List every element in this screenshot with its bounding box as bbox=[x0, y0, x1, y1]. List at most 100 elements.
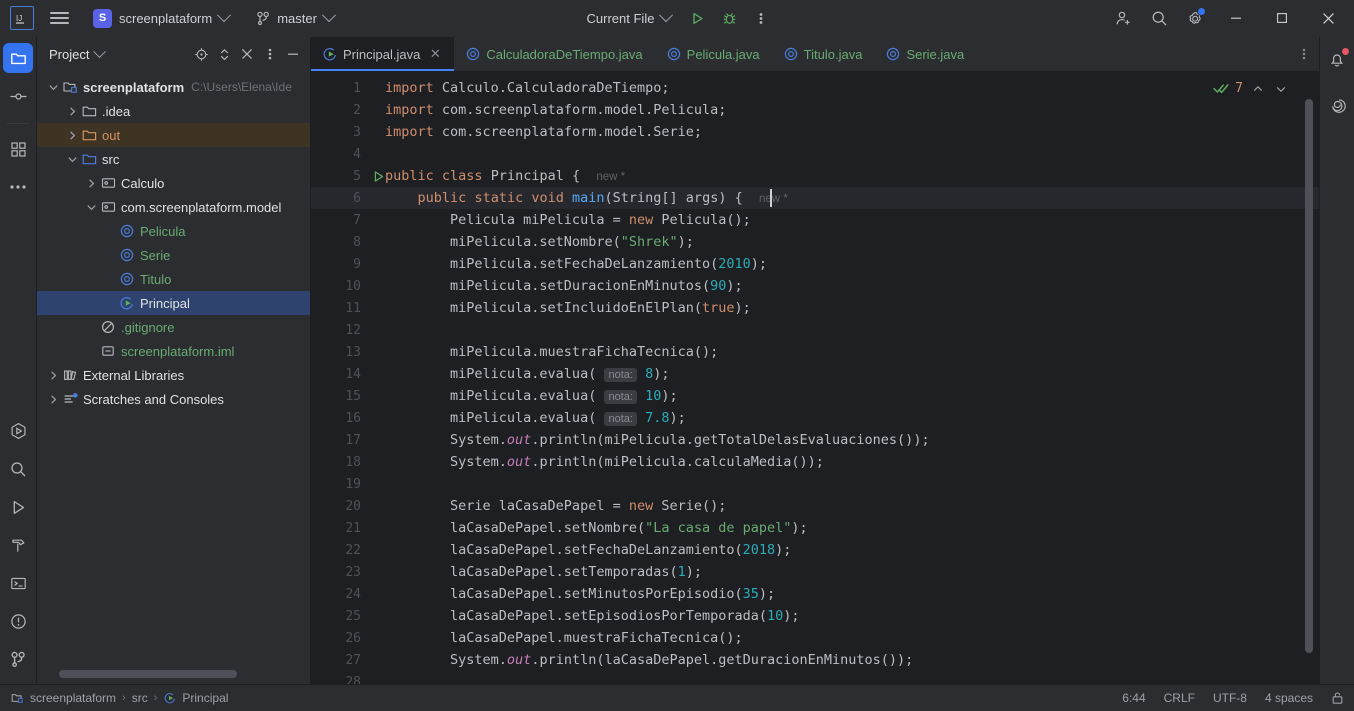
tree-node-screenplataform[interactable]: screenplataform C:\Users\Elena\Ide bbox=[37, 75, 310, 99]
project-panel-title-group[interactable]: Project bbox=[49, 44, 107, 62]
gutter-line-27[interactable]: 27 bbox=[311, 649, 367, 671]
gutter-line-1[interactable]: 1 bbox=[311, 77, 367, 99]
main-menu-button[interactable] bbox=[44, 5, 74, 31]
code-line-23[interactable]: laCasaDePapel.setTemporadas(1); bbox=[367, 561, 1319, 583]
code-line-26[interactable]: laCasaDePapel.muestraFichaTecnica(); bbox=[367, 627, 1319, 649]
lock-icon[interactable] bbox=[1331, 691, 1344, 705]
gutter-line-25[interactable]: 25 bbox=[311, 605, 367, 627]
code-line-15[interactable]: miPelicula.evalua( nota: 10); bbox=[367, 385, 1319, 407]
sidebar-item-project[interactable] bbox=[3, 43, 33, 73]
tree-node-com-screenplataform-model[interactable]: com.screenplataform.model bbox=[37, 195, 310, 219]
code-line-25[interactable]: laCasaDePapel.setEpisodiosPorTemporada(1… bbox=[367, 605, 1319, 627]
code-line-4[interactable] bbox=[367, 143, 1319, 165]
gutter-line-12[interactable]: 12 bbox=[311, 319, 367, 341]
tree-node-titulo[interactable]: Titulo bbox=[37, 267, 310, 291]
chevron-down-icon[interactable] bbox=[1275, 83, 1287, 95]
run-button[interactable] bbox=[683, 5, 711, 31]
code-line-27[interactable]: System.out.println(laCasaDePapel.getDura… bbox=[367, 649, 1319, 671]
gutter-line-11[interactable]: 11 bbox=[311, 297, 367, 319]
ai-assistant-button[interactable] bbox=[1322, 89, 1352, 119]
code-line-1[interactable]: import Calculo.CalculadoraDeTiempo; bbox=[367, 77, 1319, 99]
notifications-button[interactable] bbox=[1322, 45, 1352, 75]
code-line-14[interactable]: miPelicula.evalua( nota: 8); bbox=[367, 363, 1319, 385]
close-window-button[interactable] bbox=[1306, 0, 1350, 36]
code-line-13[interactable]: miPelicula.muestraFichaTecnica(); bbox=[367, 341, 1319, 363]
tree-node-out[interactable]: out bbox=[37, 123, 310, 147]
tab-calculadoradetiempo-java[interactable]: CalculadoraDeTiempo.java bbox=[454, 37, 654, 71]
gutter-line-28[interactable]: 28 bbox=[311, 671, 367, 685]
project-tree-horizontal-scrollbar[interactable] bbox=[59, 670, 237, 678]
gutter-line-18[interactable]: 18 bbox=[311, 451, 367, 473]
code-line-19[interactable] bbox=[367, 473, 1319, 495]
maximize-window-button[interactable] bbox=[1260, 0, 1304, 36]
tree-toggle-expanded[interactable] bbox=[64, 154, 80, 165]
breadcrumb-item-screenplataform[interactable]: screenplataform bbox=[10, 691, 116, 705]
tab-titulo-java[interactable]: Titulo.java bbox=[772, 37, 875, 71]
tree-toggle-collapsed[interactable] bbox=[45, 394, 61, 405]
tree-toggle-collapsed[interactable] bbox=[64, 130, 80, 141]
code-line-20[interactable]: Serie laCasaDePapel = new Serie(); bbox=[367, 495, 1319, 517]
sidebar-item-problems[interactable] bbox=[3, 606, 33, 636]
gutter-line-16[interactable]: 16 bbox=[311, 407, 367, 429]
collapse-all-button[interactable] bbox=[236, 43, 258, 65]
code-line-9[interactable]: miPelicula.setFechaDeLanzamiento(2010); bbox=[367, 253, 1319, 275]
gutter-line-23[interactable]: 23 bbox=[311, 561, 367, 583]
code-line-22[interactable]: laCasaDePapel.setFechaDeLanzamiento(2018… bbox=[367, 539, 1319, 561]
gutter-line-26[interactable]: 26 bbox=[311, 627, 367, 649]
breadcrumb-item-principal[interactable]: Principal bbox=[163, 691, 228, 705]
tree-toggle-collapsed[interactable] bbox=[45, 370, 61, 381]
hide-panel-button[interactable] bbox=[282, 43, 304, 65]
gutter-line-3[interactable]: 3 bbox=[311, 121, 367, 143]
tree-node-serie[interactable]: Serie bbox=[37, 243, 310, 267]
sidebar-item-terminal[interactable] bbox=[3, 568, 33, 598]
indent-setting[interactable]: 4 spaces bbox=[1265, 691, 1313, 705]
editor-tabs-more-button[interactable] bbox=[1289, 37, 1319, 71]
line-separator[interactable]: CRLF bbox=[1164, 691, 1195, 705]
gutter-line-21[interactable]: 21 bbox=[311, 517, 367, 539]
gear-icon[interactable] bbox=[1178, 1, 1212, 35]
code-line-16[interactable]: miPelicula.evalua( nota: 7.8); bbox=[367, 407, 1319, 429]
gutter-line-8[interactable]: 8 bbox=[311, 231, 367, 253]
gutter-line-5[interactable]: 5 bbox=[311, 165, 383, 187]
code-line-11[interactable]: miPelicula.setIncluidoEnElPlan(true); bbox=[367, 297, 1319, 319]
tab-serie-java[interactable]: Serie.java bbox=[874, 37, 976, 71]
gutter-line-24[interactable]: 24 bbox=[311, 583, 367, 605]
tab-pelicula-java[interactable]: Pelicula.java bbox=[655, 37, 772, 71]
code-line-5[interactable]: public class Principal { new * bbox=[367, 165, 1319, 187]
gutter-line-10[interactable]: 10 bbox=[311, 275, 367, 297]
run-configuration-selector[interactable]: Current File bbox=[579, 5, 680, 31]
project-widget[interactable]: S screenplataform bbox=[86, 5, 236, 31]
sidebar-item-run[interactable] bbox=[3, 492, 33, 522]
code-line-17[interactable]: System.out.println(miPelicula.getTotalDe… bbox=[367, 429, 1319, 451]
add-user-icon[interactable] bbox=[1106, 1, 1140, 35]
search-icon[interactable] bbox=[1142, 1, 1176, 35]
code-content[interactable]: import Calculo.CalculadoraDeTiempo; impor… bbox=[367, 71, 1319, 684]
tree-node-calculo[interactable]: Calculo bbox=[37, 171, 310, 195]
tree-node-pelicula[interactable]: Pelicula bbox=[37, 219, 310, 243]
code-line-10[interactable]: miPelicula.setDuracionEnMinutos(90); bbox=[367, 275, 1319, 297]
code-line-24[interactable]: laCasaDePapel.setMinutosPorEpisodio(35); bbox=[367, 583, 1319, 605]
breadcrumb[interactable]: screenplataform › src › Principal bbox=[10, 691, 228, 705]
gutter-line-20[interactable]: 20 bbox=[311, 495, 367, 517]
sidebar-item-structure[interactable] bbox=[3, 134, 33, 164]
gutter-line-22[interactable]: 22 bbox=[311, 539, 367, 561]
code-line-2[interactable]: import com.screenplataform.model.Pelicul… bbox=[367, 99, 1319, 121]
code-line-7[interactable]: Pelicula miPelicula = new Pelicula(); bbox=[367, 209, 1319, 231]
tree-node-screenplataform-iml[interactable]: screenplataform.iml bbox=[37, 339, 310, 363]
tree-node--idea[interactable]: .idea bbox=[37, 99, 310, 123]
sidebar-item-find[interactable] bbox=[3, 454, 33, 484]
gutter-line-14[interactable]: 14 bbox=[311, 363, 367, 385]
code-line-6[interactable]: public static void main(String[] args) {… bbox=[367, 187, 1319, 209]
chevron-up-icon[interactable] bbox=[1252, 83, 1264, 95]
inspection-widget[interactable]: 7 bbox=[1213, 81, 1287, 96]
project-tree[interactable]: screenplataform C:\Users\Elena\Ide .idea ou… bbox=[37, 71, 310, 684]
minimize-window-button[interactable] bbox=[1214, 0, 1258, 36]
tree-node-principal[interactable]: Principal bbox=[37, 291, 310, 315]
tree-toggle-expanded[interactable] bbox=[45, 82, 61, 93]
gutter-line-6[interactable]: 6 bbox=[311, 187, 383, 209]
gutter-line-17[interactable]: 17 bbox=[311, 429, 367, 451]
tree-toggle-collapsed[interactable] bbox=[83, 178, 99, 189]
file-encoding[interactable]: UTF-8 bbox=[1213, 691, 1247, 705]
editor-gutter[interactable]: 1 2 3 4 5 6 7 8 9 10 11 12 13 14 15 16 17 18 19 20 21 22 23 24 2… bbox=[311, 71, 383, 685]
code-line-8[interactable]: miPelicula.setNombre("Shrek"); bbox=[367, 231, 1319, 253]
